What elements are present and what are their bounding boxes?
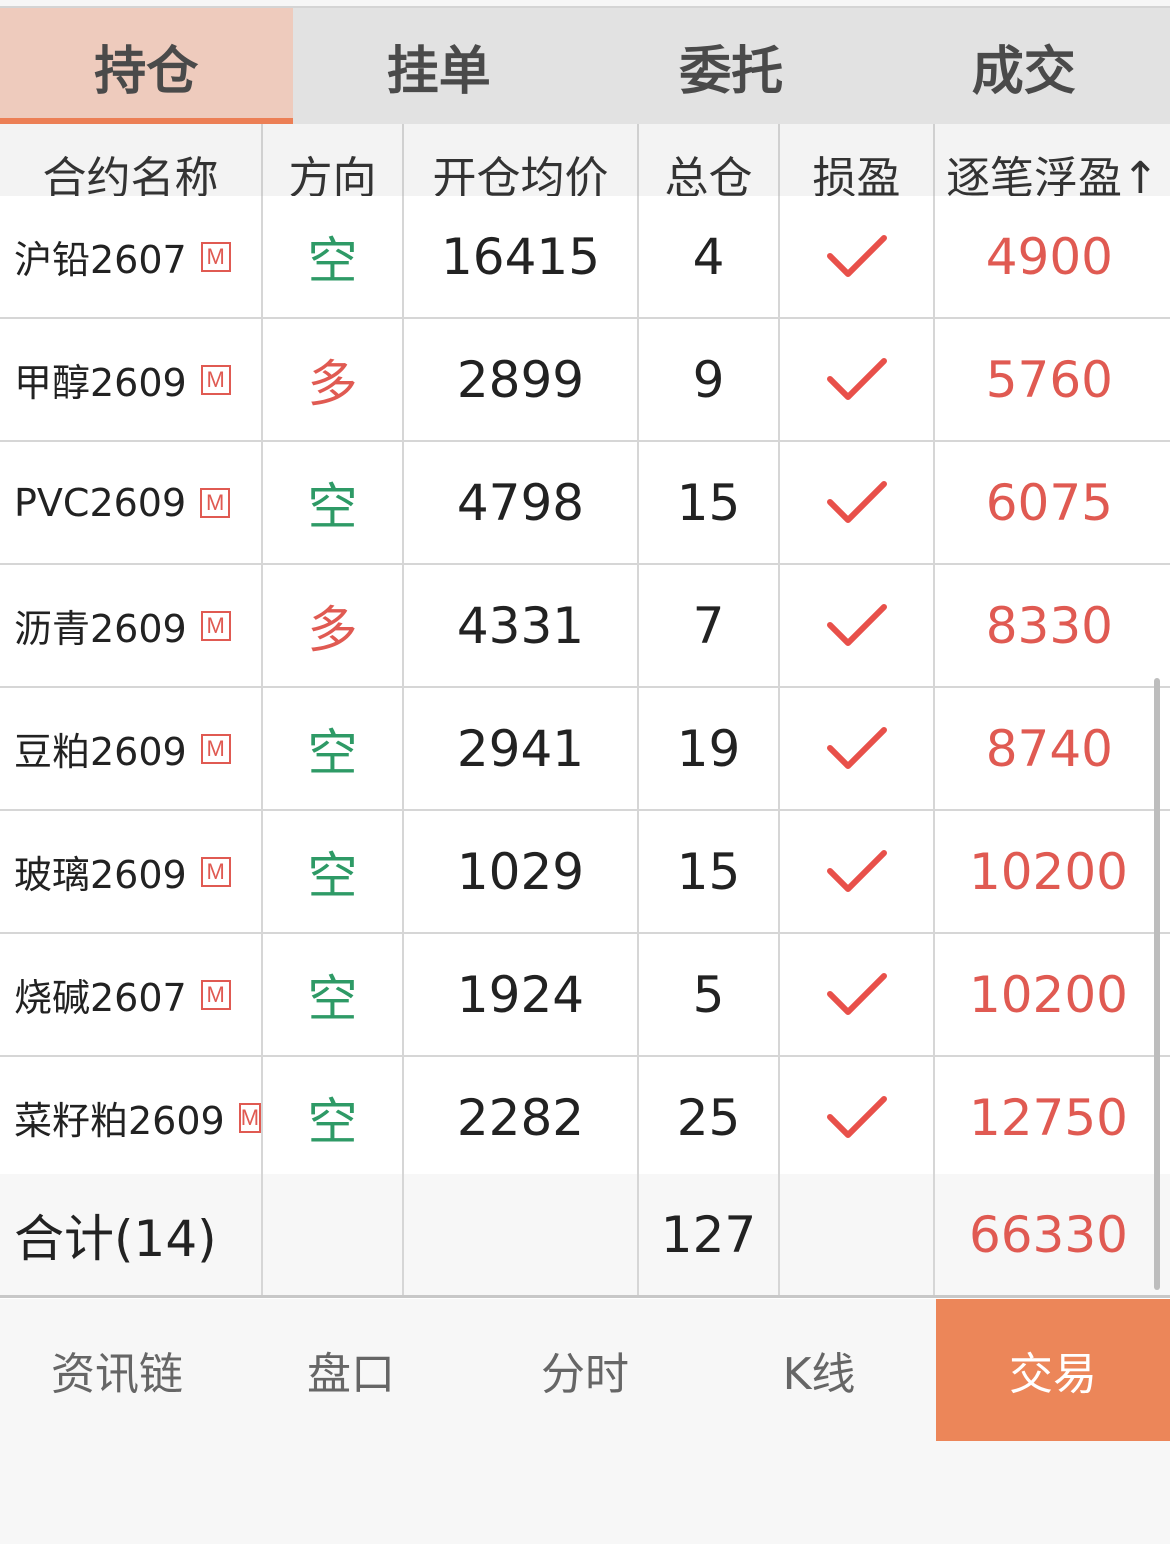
table-row[interactable]: PVC2609 M 空 4798 15 6075 [0, 442, 1170, 565]
floating-pnl-cell: 5760 [985, 350, 1113, 409]
contract-name-cell: 玻璃2609 M [0, 811, 263, 932]
stop-profit-check-icon[interactable] [780, 442, 935, 563]
tab-positions[interactable]: 持仓 [0, 8, 293, 124]
contract-name-cell: 菜籽粕2609 M [0, 1057, 263, 1178]
position-tabs: 持仓 挂单 委托 成交 [0, 8, 1170, 124]
market-badge-icon: M [238, 1102, 262, 1133]
floating-pnl-cell: 10200 [968, 842, 1128, 901]
nav-kline[interactable]: K线 [702, 1299, 936, 1441]
total-label: 合计(14) [0, 1174, 263, 1295]
table-row[interactable]: 烧碱2607 M 空 1924 5 10200 [0, 934, 1170, 1057]
table-row[interactable]: 沥青2609 M 多 4331 7 8330 [0, 565, 1170, 688]
nav-news-chain[interactable]: 资讯链 [0, 1299, 234, 1441]
avg-price-cell: 16415 [404, 196, 639, 317]
contract-name-cell: 沥青2609 M [0, 565, 263, 686]
direction-cell: 多 [263, 319, 404, 440]
total-stop-empty [780, 1174, 935, 1295]
contract-name: 豆粕2609 [14, 730, 187, 774]
total-position-cell: 9 [639, 319, 780, 440]
table-row[interactable]: 菜籽粕2609 M 空 2282 25 12750 [0, 1057, 1170, 1180]
contract-name: 甲醇2609 [14, 361, 187, 405]
total-position-cell: 15 [639, 811, 780, 932]
avg-price-cell: 4798 [404, 442, 639, 563]
avg-price-cell: 2282 [404, 1057, 639, 1178]
direction-cell: 空 [263, 196, 404, 317]
avg-price-cell: 2899 [404, 319, 639, 440]
contract-name-cell: PVC2609 M [0, 442, 263, 563]
total-position-cell: 25 [639, 1057, 780, 1178]
nav-order-book[interactable]: 盘口 [234, 1299, 468, 1441]
total-row: 合计(14) 127 66330 [0, 1174, 1170, 1298]
market-badge-icon: M [200, 610, 231, 641]
stop-profit-check-icon[interactable] [780, 688, 935, 809]
stop-profit-check-icon[interactable] [780, 565, 935, 686]
direction-cell: 空 [263, 1057, 404, 1178]
contract-name: 玻璃2609 [14, 853, 187, 897]
tab-orders[interactable]: 委托 [585, 8, 878, 124]
floating-pnl-cell: 8740 [985, 719, 1113, 778]
avg-price-cell: 1924 [404, 934, 639, 1055]
stop-profit-check-icon[interactable] [780, 811, 935, 932]
table-row[interactable]: 甲醇2609 M 多 2899 9 5760 [0, 319, 1170, 442]
floating-pnl-cell: 4900 [985, 227, 1113, 286]
market-badge-icon: M [200, 979, 231, 1010]
floating-pnl-cell: 12750 [968, 1088, 1128, 1147]
total-position-cell: 5 [639, 934, 780, 1055]
market-badge-icon: M [200, 487, 231, 518]
table-row[interactable]: 豆粕2609 M 空 2941 19 8740 [0, 688, 1170, 811]
total-position-cell: 15 [639, 442, 780, 563]
market-badge-icon: M [200, 856, 231, 887]
table-row[interactable]: 玻璃2609 M 空 1029 15 10200 [0, 811, 1170, 934]
total-price-empty [404, 1174, 639, 1295]
contract-name-cell: 甲醇2609 M [0, 319, 263, 440]
contract-name: 沪铅2607 [14, 238, 187, 282]
nav-trade[interactable]: 交易 [936, 1299, 1170, 1441]
contract-name-cell: 烧碱2607 M [0, 934, 263, 1055]
direction-cell: 空 [263, 442, 404, 563]
total-position-sum: 127 [639, 1174, 780, 1295]
market-badge-icon: M [200, 241, 231, 272]
direction-cell: 多 [263, 565, 404, 686]
total-direction-empty [263, 1174, 404, 1295]
contract-name: 沥青2609 [14, 607, 187, 651]
table-row[interactable]: 沪铅2607 M 空 16415 4 4900 [0, 196, 1170, 319]
top-divider [0, 0, 1170, 8]
contract-name-cell: 沪铅2607 M [0, 196, 263, 317]
stop-profit-check-icon[interactable] [780, 196, 935, 317]
avg-price-cell: 2941 [404, 688, 639, 809]
direction-cell: 空 [263, 934, 404, 1055]
contract-name-cell: 豆粕2609 M [0, 688, 263, 809]
contract-name: PVC2609 [14, 480, 187, 525]
market-badge-icon: M [200, 364, 231, 395]
total-position-cell: 4 [639, 196, 780, 317]
contract-name: 烧碱2607 [14, 976, 187, 1020]
stop-profit-check-icon[interactable] [780, 1057, 935, 1178]
floating-pnl-cell: 6075 [985, 473, 1113, 532]
stop-profit-check-icon[interactable] [780, 319, 935, 440]
direction-cell: 空 [263, 811, 404, 932]
avg-price-cell: 4331 [404, 565, 639, 686]
total-pnl-sum: 66330 [968, 1205, 1128, 1264]
contract-name: 菜籽粕2609 [14, 1099, 225, 1143]
tab-pending-orders[interactable]: 挂单 [293, 8, 586, 124]
total-position-cell: 7 [639, 565, 780, 686]
floating-pnl-cell: 8330 [985, 596, 1113, 655]
direction-cell: 空 [263, 688, 404, 809]
market-badge-icon: M [200, 733, 231, 764]
bottom-nav: 资讯链 盘口 分时 K线 交易 [0, 1299, 1170, 1544]
nav-time-share[interactable]: 分时 [468, 1299, 702, 1441]
avg-price-cell: 1029 [404, 811, 639, 932]
floating-pnl-cell: 10200 [968, 965, 1128, 1024]
stop-profit-check-icon[interactable] [780, 934, 935, 1055]
scrollbar[interactable] [1154, 678, 1160, 1290]
total-position-cell: 19 [639, 688, 780, 809]
tab-trades[interactable]: 成交 [878, 8, 1170, 124]
